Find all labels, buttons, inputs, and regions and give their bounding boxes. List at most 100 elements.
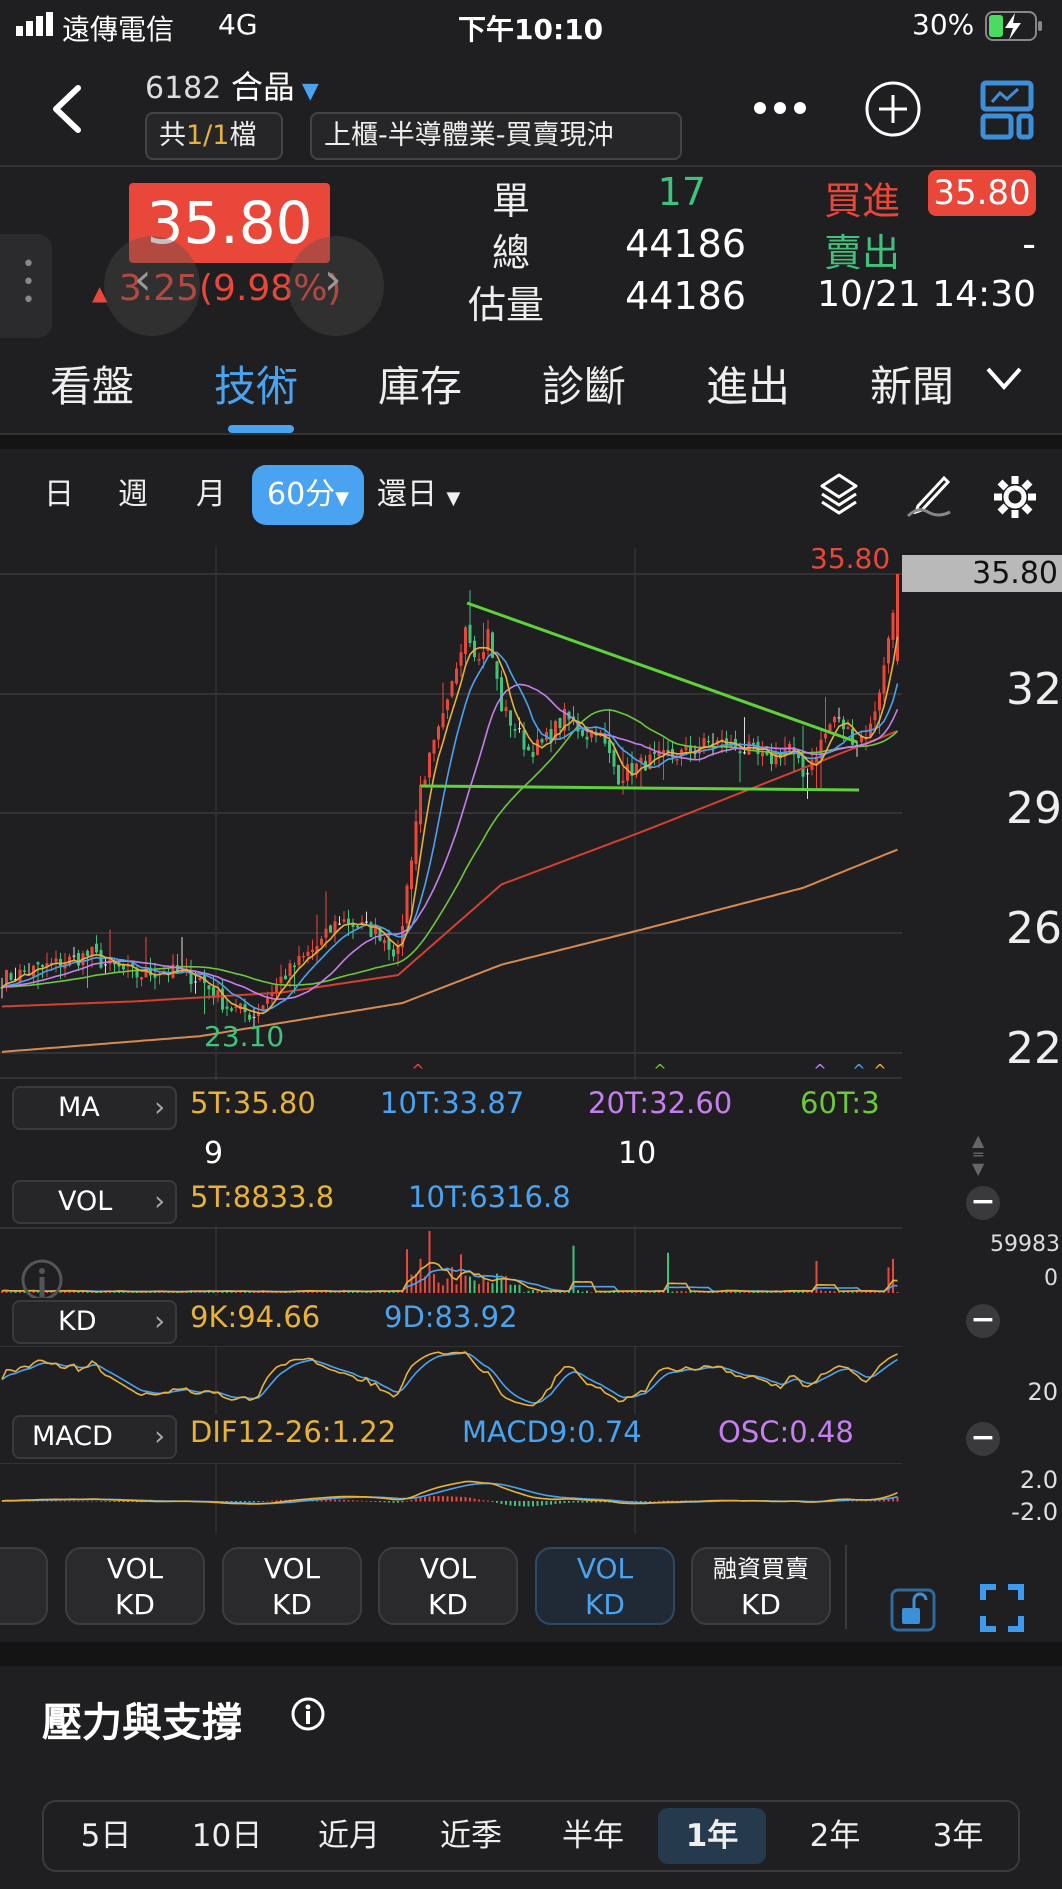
candle-body (612, 750, 616, 767)
next-stock-button[interactable]: › (288, 236, 384, 336)
candle-body (468, 624, 472, 644)
period-day[interactable]: 日 (44, 470, 74, 520)
candle-body (873, 711, 877, 721)
remove-macd-button[interactable]: − (966, 1422, 1000, 1456)
signal-marker: ^ (411, 1061, 424, 1080)
range-quarter[interactable]: 近季 (417, 1808, 525, 1864)
info-icon[interactable] (290, 1696, 326, 1732)
file-count-pill[interactable]: 共1/1檔 (145, 112, 283, 160)
section-gap (0, 435, 1062, 449)
indicator-preset-button[interactable]: 融資買賣 KD (691, 1547, 831, 1625)
osc-bar (581, 1501, 584, 1503)
layers-icon[interactable] (818, 472, 860, 520)
indicator-preset-button[interactable]: VOL KD (65, 1547, 205, 1625)
back-icon[interactable] (48, 84, 84, 134)
candle-body (801, 756, 805, 777)
volume-bar (10, 1292, 12, 1293)
osc-bar (397, 1501, 399, 1503)
osc-bar (118, 1501, 120, 1502)
price-chart[interactable]: ^ ^ ^ ^ ^ (0, 548, 902, 1080)
volume-bar (680, 1290, 683, 1293)
chevron-right-icon: › (154, 1421, 165, 1452)
draw-pen-icon[interactable] (904, 472, 954, 520)
vertical-dots-icon: • • • (22, 252, 35, 313)
volume-bar (361, 1292, 363, 1293)
tab-diagnosis[interactable]: 診斷 (542, 353, 626, 414)
osc-bar (658, 1500, 660, 1502)
vol-selector[interactable]: VOL › (12, 1180, 177, 1224)
tab-news[interactable]: 新聞 (870, 353, 954, 414)
chevron-down-icon[interactable] (984, 363, 1024, 393)
quote-datetime: 10/21 14:30 (817, 274, 1036, 315)
indicator-preset-button[interactable]: VOL KD (222, 1547, 362, 1625)
preset-bottom: KD (428, 1588, 468, 1621)
remove-vol-button[interactable]: − (966, 1186, 1000, 1220)
resize-handle-icon[interactable]: ▲ ═ ▼ (972, 1133, 984, 1177)
candle-body (77, 953, 80, 966)
candle-body (432, 739, 436, 754)
volume-bar (883, 1292, 885, 1293)
network: 4G (218, 8, 258, 41)
volume-bar (86, 1292, 89, 1293)
kd-selector[interactable]: KD › (12, 1300, 177, 1344)
candle-body (617, 764, 620, 785)
period-week[interactable]: 週 (118, 470, 148, 520)
preset-bottom: KD (115, 1588, 155, 1621)
stock-title[interactable]: 6182 合晶 ▼ (145, 62, 319, 108)
candle-body (450, 681, 454, 697)
remove-kd-button[interactable]: − (966, 1304, 1000, 1338)
file-prefix: 共 (159, 120, 186, 151)
candle-body (828, 724, 832, 731)
volume-bar (586, 1290, 588, 1293)
tab-flow[interactable]: 進出 (706, 353, 790, 414)
candle-body (207, 985, 211, 990)
tab-overview[interactable]: 看盤 (50, 353, 134, 414)
more-icon[interactable] (752, 100, 808, 116)
volume-bar (518, 1284, 521, 1293)
tab-inventory[interactable]: 庫存 (378, 353, 462, 414)
osc-bar (482, 1500, 485, 1502)
low-price-label: 23.10 (204, 1020, 285, 1053)
info-icon[interactable] (20, 1258, 64, 1298)
indicator-preset-button[interactable] (0, 1547, 48, 1625)
indicator-preset-button-active[interactable]: VOL KD (535, 1547, 675, 1625)
signal-marker: ^ (813, 1061, 826, 1080)
candle-body (306, 951, 310, 956)
category-pill[interactable]: 上櫃-半導體業-買賣現沖 (310, 112, 682, 160)
period-60min[interactable]: 60分▼ (252, 465, 364, 525)
restore-dropdown[interactable]: 還日 ▼ (377, 470, 460, 524)
volume-bar (532, 1289, 534, 1293)
range-5d[interactable]: 5日 (52, 1808, 160, 1864)
unlock-icon[interactable] (890, 1588, 936, 1632)
candle-body (104, 964, 107, 966)
range-half-year[interactable]: 半年 (539, 1808, 647, 1864)
settings-gear-icon[interactable] (992, 474, 1038, 520)
divider (0, 165, 1062, 167)
period-month[interactable]: 月 (196, 470, 226, 520)
range-1m[interactable]: 近月 (295, 1808, 403, 1864)
range-1y[interactable]: 1年 (658, 1808, 766, 1864)
osc-bar (455, 1496, 458, 1502)
ma-selector[interactable]: MA › (12, 1086, 177, 1130)
candle-body (86, 950, 89, 956)
macd-selector[interactable]: MACD › (12, 1415, 177, 1459)
side-menu-handle[interactable]: • • • (0, 234, 52, 338)
range-3y[interactable]: 3年 (904, 1808, 1012, 1864)
volume-bar (514, 1284, 516, 1293)
prev-stock-button[interactable]: ‹ (104, 236, 200, 336)
candle-body (293, 965, 296, 968)
osc-bar (572, 1501, 575, 1503)
volume-chart (0, 1226, 902, 1296)
layout-chart-icon[interactable] (980, 80, 1034, 140)
fullscreen-icon[interactable] (980, 1584, 1024, 1632)
osc-bar (329, 1499, 332, 1502)
indicator-preset-button[interactable]: VOL KD (378, 1547, 518, 1625)
range-2y[interactable]: 2年 (781, 1808, 889, 1864)
total-volume: 44186 (625, 222, 746, 266)
osc-bar (415, 1498, 417, 1502)
signal-marker: ^ (653, 1061, 666, 1080)
range-10d[interactable]: 10日 (173, 1808, 281, 1864)
ask-label: 賣出 (824, 231, 901, 275)
tab-technical[interactable]: 技術 (214, 353, 298, 414)
add-icon[interactable] (864, 80, 922, 138)
